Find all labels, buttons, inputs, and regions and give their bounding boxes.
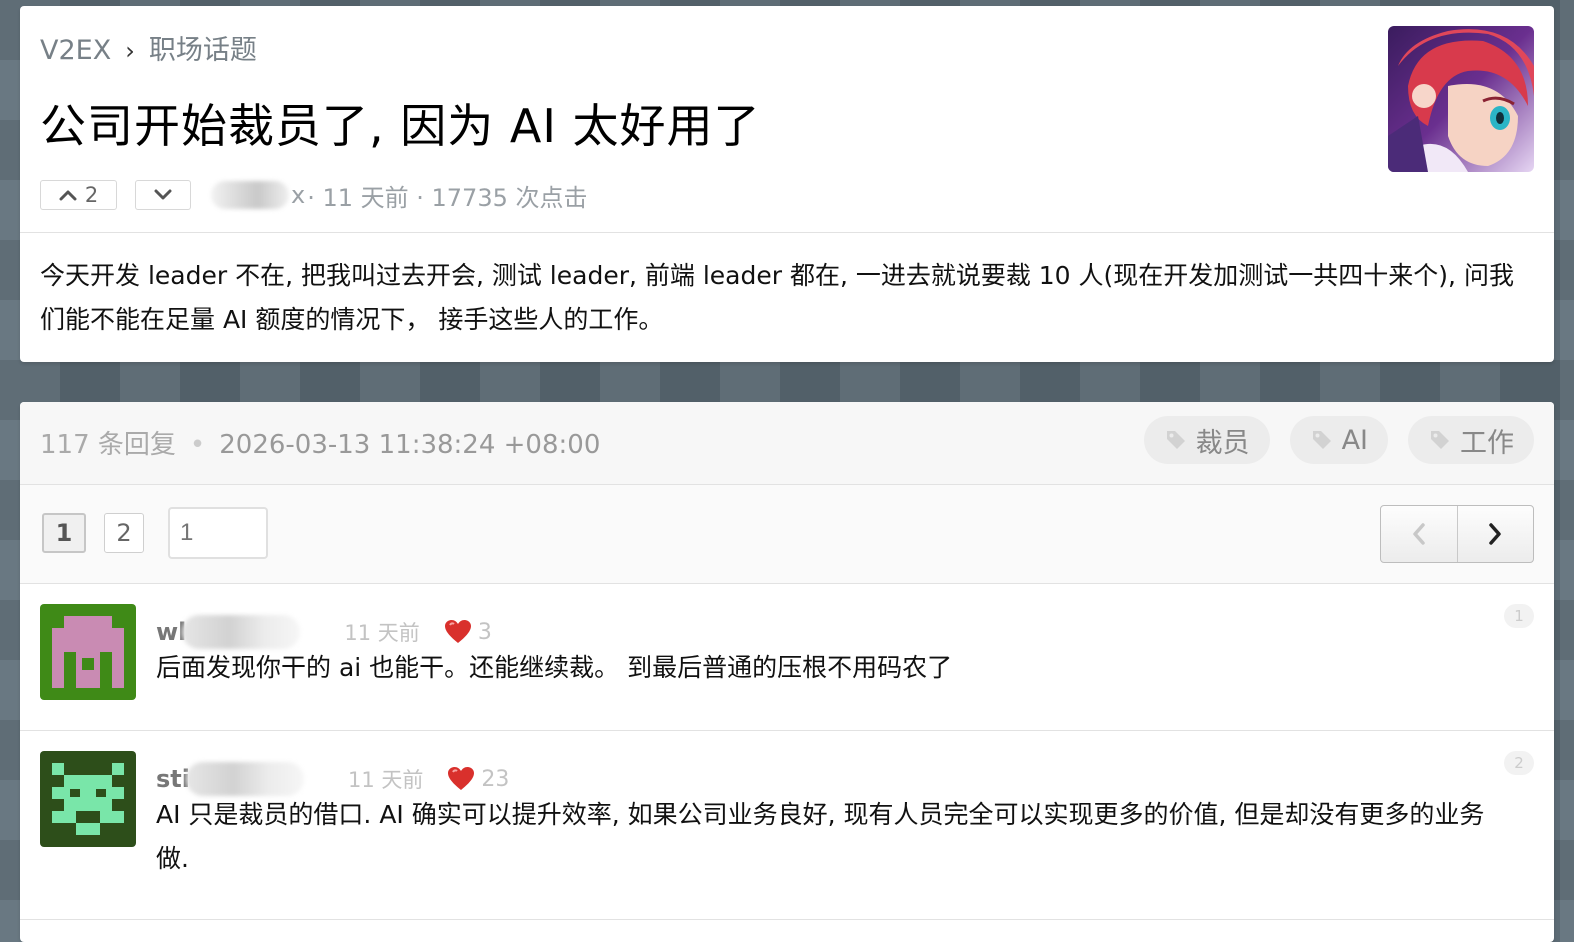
pagination-bar: 1 2 [20, 485, 1554, 584]
author-username-blurred[interactable] [211, 181, 289, 209]
reply-count: 117 条回复 [40, 430, 176, 460]
dot-separator: • [189, 430, 206, 460]
page-jump-input[interactable] [168, 507, 268, 559]
tag-ai[interactable]: AI [1289, 416, 1388, 464]
prev-page-button[interactable] [1381, 506, 1457, 562]
reply-avatar[interactable] [40, 751, 136, 847]
chevron-down-icon [154, 189, 172, 200]
reply-avatar[interactable] [40, 604, 136, 700]
vote-row: 2 x · 11 天前 · 17735 次点击 [40, 178, 588, 212]
reply-likes[interactable]: 3 [444, 619, 492, 645]
divider [20, 232, 1554, 233]
page-nav-group [1380, 505, 1534, 563]
tag-icon [1166, 431, 1185, 449]
tag-label: 裁员 [1195, 427, 1250, 459]
upvote-button[interactable]: 2 [40, 180, 117, 210]
tag-work[interactable]: 工作 [1408, 416, 1534, 464]
breadcrumb: V2EX › 职场话题 [40, 28, 257, 67]
reply-username-blurred [185, 762, 304, 796]
replies-header: 117 条回复 • 2026-03-13 11:38:24 +08:00 裁员 AI… [20, 402, 1554, 485]
reply-content: AI 只是裁员的借口. AI 确实可以提升效率, 如果公司业务良好, 现有人员完… [156, 800, 1485, 873]
reply-time: 11 天前 [344, 621, 420, 645]
tag-label: 工作 [1460, 427, 1514, 459]
tag-icon [1312, 431, 1331, 449]
reply-user-line: wl 11 天前 3 [156, 615, 492, 649]
reply-user-line: sti 11 天前 23 [156, 762, 509, 796]
reply-time: 11 天前 [347, 768, 424, 792]
reply-like-count: 3 [477, 619, 492, 645]
chevron-right-icon [1489, 523, 1501, 545]
author-username-suffix[interactable]: x [291, 181, 305, 209]
heart-icon [444, 620, 471, 643]
reply-count-line: 117 条回复 • 2026-03-13 11:38:24 +08:00 [40, 424, 600, 461]
reply-floor-number: 2 [1504, 751, 1534, 775]
reply-likes[interactable]: 23 [447, 766, 509, 792]
upvote-count: 2 [84, 183, 99, 207]
topic-title: 公司开始裁员了, 因为 AI 太好用了 [40, 99, 761, 153]
tag-label: AI [1341, 424, 1368, 456]
reply-username-blurred [182, 615, 301, 649]
topic-meta: · 11 天前 · 17735 次点击 [307, 183, 588, 212]
author-avatar[interactable] [1388, 26, 1534, 172]
breadcrumb-separator: › [125, 37, 135, 65]
breadcrumb-node-link[interactable]: 职场话题 [149, 35, 257, 66]
reply-floor-number: 1 [1504, 604, 1534, 628]
page-1-button[interactable]: 1 [42, 513, 86, 553]
last-reply-timestamp: 2026-03-13 11:38:24 +08:00 [219, 430, 601, 460]
breadcrumb-home-link[interactable]: V2EX [40, 35, 111, 66]
reply-like-count: 23 [481, 766, 510, 792]
replies-box: 117 条回复 • 2026-03-13 11:38:24 +08:00 裁员 AI… [20, 402, 1554, 942]
reply-content: 后面发现你干的 ai 也能干。还能继续裁。 到最后普通的压根不用码农了 [156, 653, 953, 682]
next-page-button[interactable] [1456, 506, 1534, 562]
reply-item: wl 11 天前 3 1 后面发现你干的 ai 也能干。还能继续裁。 到最后普通… [20, 584, 1554, 731]
topic-header-box: V2EX › 职场话题 公司开始裁员了, 因为 AI 太好用了 2 x · 11… [20, 6, 1554, 362]
tag-layoff[interactable]: 裁员 [1143, 416, 1270, 464]
page-2-button[interactable]: 2 [104, 513, 144, 553]
topic-content: 今天开发 leader 不在, 把我叫过去开会, 测试 leader, 前端 l… [40, 261, 1514, 334]
tag-icon [1431, 431, 1449, 449]
chevron-up-icon [59, 190, 77, 201]
reply-item: sti 11 天前 23 2 AI 只是裁员的借口. AI 确实可以提升效率, … [20, 731, 1554, 920]
chevron-left-icon [1413, 523, 1425, 545]
downvote-button[interactable] [135, 180, 191, 210]
tag-list: 裁员 AI 工作 [1143, 416, 1534, 464]
reply-username[interactable]: sti [156, 765, 190, 793]
heart-icon [448, 767, 475, 790]
